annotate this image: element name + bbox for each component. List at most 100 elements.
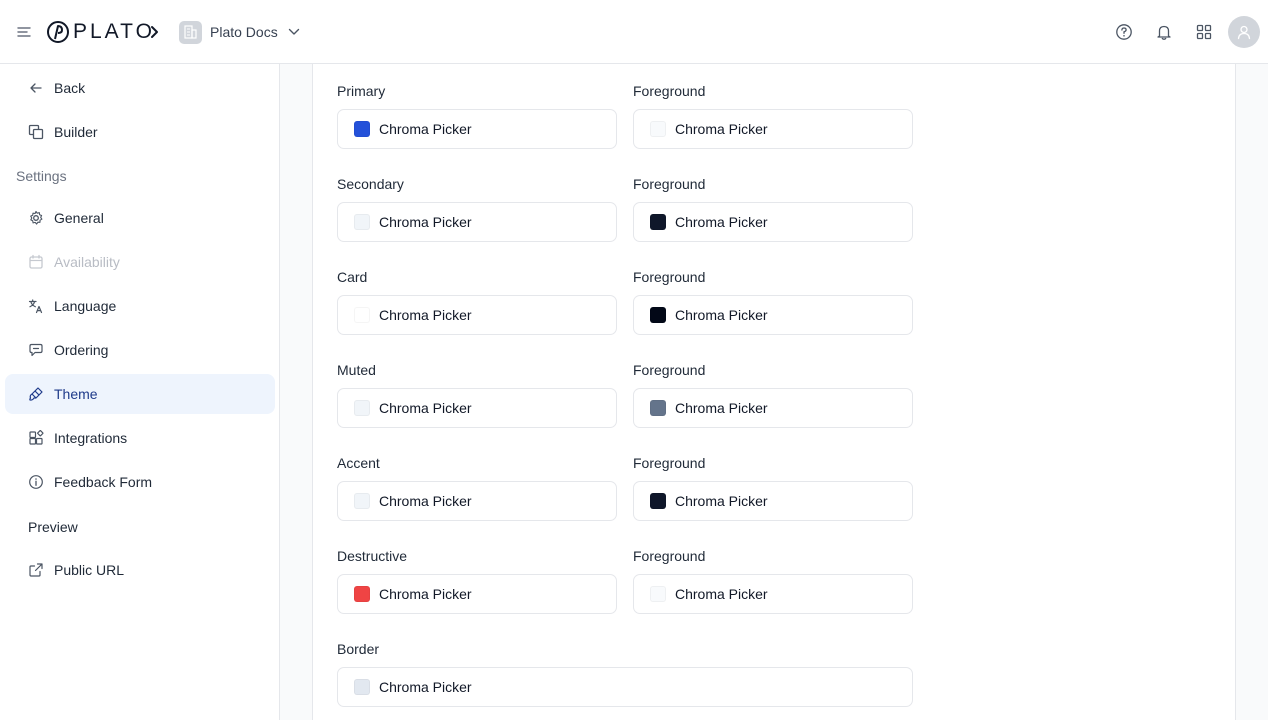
ordering-icon-wrap [27, 341, 45, 359]
logo-text: PLATO [73, 20, 155, 43]
muted-label: Muted [337, 362, 376, 378]
accent-foreground-label: Foreground [633, 455, 706, 471]
preview-heading[interactable]: Preview [28, 519, 78, 535]
builder-label: Builder [54, 124, 98, 140]
user-avatar[interactable] [1228, 16, 1260, 48]
accent-foreground-picker-text: Chroma Picker [675, 493, 768, 509]
plato-logo[interactable]: PLATO [46, 19, 155, 45]
language-label: Language [54, 298, 117, 314]
accent-picker-text: Chroma Picker [379, 493, 472, 509]
border-picker-text: Chroma Picker [379, 679, 472, 695]
theme-panel: Primary Chroma Picker Foreground Chroma … [312, 64, 1236, 720]
sidebar-item-general[interactable]: General [5, 198, 275, 238]
apps-button[interactable] [1194, 22, 1214, 42]
gear-icon-wrap [27, 209, 45, 227]
accent-swatch [354, 493, 370, 509]
muted-picker-text: Chroma Picker [379, 400, 472, 416]
primary-label: Primary [337, 83, 386, 99]
general-label: General [54, 210, 104, 226]
card-color-picker[interactable]: Chroma Picker [337, 295, 617, 335]
builder-icon-wrap [27, 123, 45, 141]
calendar-icon-wrap [27, 253, 45, 271]
back-label: Back [54, 80, 86, 96]
primary-swatch [354, 121, 370, 137]
main-content: Primary Chroma Picker Foreground Chroma … [280, 64, 1268, 720]
destructive-swatch [354, 586, 370, 602]
sidebar-item-ordering[interactable]: Ordering [5, 330, 275, 370]
card-swatch [354, 307, 370, 323]
sidebar-item-integrations[interactable]: Integrations [5, 418, 275, 458]
language-icon-wrap [27, 297, 45, 315]
sidebar-item-language[interactable]: Language [5, 286, 275, 326]
secondary-label: Secondary [337, 176, 404, 192]
integrations-icon-wrap [27, 429, 45, 447]
border-color-picker[interactable]: Chroma Picker [337, 667, 913, 707]
accent-foreground-color-picker[interactable]: Chroma Picker [633, 481, 913, 521]
destructive-label: Destructive [337, 548, 408, 564]
primary-color-picker[interactable]: Chroma Picker [337, 109, 617, 149]
top-header: PLATO Plato Docs [0, 0, 1268, 64]
muted-foreground-picker-text: Chroma Picker [675, 400, 768, 416]
primary-foreground-picker-text: Chroma Picker [675, 121, 768, 137]
secondary-foreground-swatch [650, 214, 666, 230]
sidebar-item-theme[interactable]: Theme [5, 374, 275, 414]
destructive-foreground-picker-text: Chroma Picker [675, 586, 768, 602]
muted-color-picker[interactable]: Chroma Picker [337, 388, 617, 428]
breadcrumb-separator [150, 22, 166, 42]
border-swatch [354, 679, 370, 695]
help-button[interactable] [1114, 22, 1134, 42]
primary-foreground-swatch [650, 121, 666, 137]
workspace-dropdown [288, 28, 300, 36]
destructive-picker-text: Chroma Picker [379, 586, 472, 602]
muted-foreground-swatch [650, 400, 666, 416]
ordering-label: Ordering [54, 342, 109, 358]
sidebar-item-public-url[interactable]: Public URL [5, 550, 275, 590]
card-foreground-swatch [650, 307, 666, 323]
external-link-icon [29, 563, 43, 577]
help-circle-icon [1116, 24, 1132, 40]
secondary-color-picker[interactable]: Chroma Picker [337, 202, 617, 242]
accent-foreground-swatch [650, 493, 666, 509]
destructive-foreground-label: Foreground [633, 548, 706, 564]
sidebar: Back Builder Settings General Availabili… [0, 64, 280, 720]
card-foreground-label: Foreground [633, 269, 706, 285]
info-icon [29, 475, 43, 489]
card-foreground-color-picker[interactable]: Chroma Picker [633, 295, 913, 335]
workspace-avatar [179, 20, 202, 44]
menu-button[interactable] [14, 22, 34, 42]
sidebar-item-feedback-form[interactable]: Feedback Form [5, 462, 275, 502]
secondary-foreground-picker-text: Chroma Picker [675, 214, 768, 230]
primary-foreground-color-picker[interactable]: Chroma Picker [633, 109, 913, 149]
calendar-icon [29, 254, 43, 269]
integrations-label: Integrations [54, 430, 128, 446]
feedback-form-label: Feedback Form [54, 474, 153, 490]
accent-color-picker[interactable]: Chroma Picker [337, 481, 617, 521]
bell-icon [1157, 25, 1171, 40]
user-icon [1237, 25, 1251, 40]
ordering-icon [29, 343, 43, 357]
muted-foreground-label: Foreground [633, 362, 706, 378]
destructive-color-picker[interactable]: Chroma Picker [337, 574, 617, 614]
muted-swatch [354, 400, 370, 416]
destructive-foreground-color-picker[interactable]: Chroma Picker [633, 574, 913, 614]
gear-icon [30, 210, 43, 225]
chevron-down-icon [288, 28, 299, 35]
plato-logo-mark-icon [47, 21, 69, 43]
secondary-foreground-color-picker[interactable]: Chroma Picker [633, 202, 913, 242]
availability-label: Availability [54, 254, 120, 270]
card-picker-text: Chroma Picker [379, 307, 472, 323]
arrow-left-icon [30, 83, 42, 93]
sidebar-item-builder[interactable]: Builder [5, 112, 275, 152]
settings-heading: Settings [16, 168, 67, 184]
builder-icon [28, 124, 44, 140]
notifications-button[interactable] [1154, 22, 1174, 42]
secondary-foreground-label: Foreground [633, 176, 706, 192]
sidebar-item-availability[interactable]: Availability [5, 242, 275, 282]
workspace-switcher[interactable]: Plato Docs [179, 20, 300, 44]
integrations-icon [29, 430, 44, 445]
accent-label: Accent [337, 455, 380, 471]
back-link[interactable]: Back [5, 68, 275, 108]
secondary-swatch [354, 214, 370, 230]
menu-icon [17, 27, 31, 37]
muted-foreground-color-picker[interactable]: Chroma Picker [633, 388, 913, 428]
